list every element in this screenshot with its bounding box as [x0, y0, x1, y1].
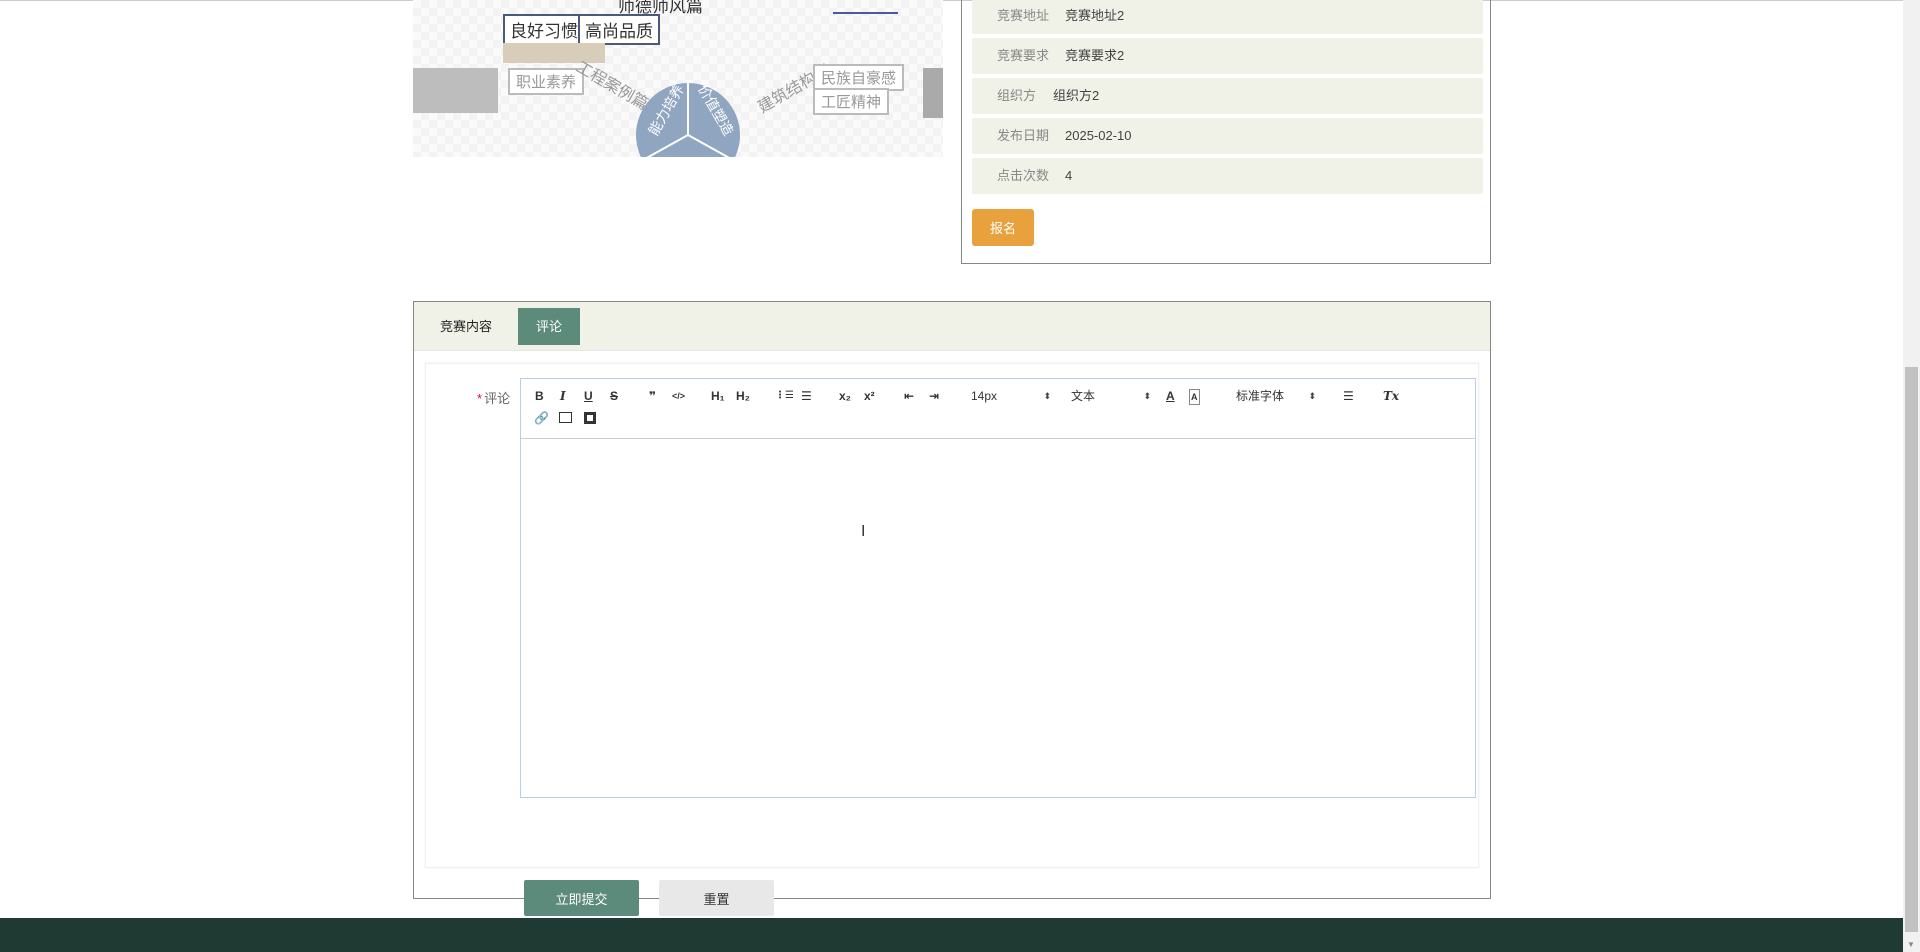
- h2-button[interactable]: H₂: [736, 389, 750, 403]
- info-label: 组织方: [997, 88, 1037, 103]
- editor-toolbar: B I U S ❞ </> H₁ H₂ ⋮☰ ☰ x₂ x² ⇤ ⇥ 14px ⬍…: [521, 379, 1475, 439]
- info-row-organizer: 组织方 组织方2: [972, 78, 1483, 114]
- info-value: 组织方2: [1053, 88, 1100, 103]
- font-size-select[interactable]: 14px ⬍: [971, 389, 1051, 403]
- outdent-button[interactable]: ⇤: [904, 389, 914, 403]
- info-value: 竞赛要求2: [1065, 48, 1125, 63]
- image-box: 良好习惯: [503, 14, 585, 45]
- underline-button[interactable]: U: [584, 389, 593, 403]
- info-value: 4: [1065, 168, 1073, 183]
- strike-button[interactable]: S: [610, 389, 618, 403]
- ordered-list-button[interactable]: ⋮☰: [775, 389, 794, 403]
- align-button[interactable]: ☰: [1343, 389, 1354, 403]
- comment-label: * 评论: [477, 388, 510, 407]
- code-button[interactable]: </>: [672, 389, 685, 403]
- text-color-button[interactable]: A: [1166, 389, 1175, 403]
- font-family-select[interactable]: 标准字体 ⬍: [1236, 389, 1316, 403]
- info-label: 点击次数: [997, 168, 1050, 183]
- video-icon[interactable]: [584, 412, 596, 424]
- info-row-clicks: 点击次数 4: [972, 158, 1483, 194]
- background-color-button[interactable]: A: [1189, 389, 1200, 405]
- indent-button[interactable]: ⇥: [929, 389, 939, 403]
- image-box: 高尚品质: [578, 14, 660, 45]
- info-row-address: 竞赛地址 竞赛地址2: [972, 0, 1483, 34]
- info-value: 2025-02-10: [1065, 128, 1132, 143]
- info-label: 竞赛要求: [997, 48, 1050, 63]
- subscript-button[interactable]: x₂: [839, 389, 851, 403]
- image-photo: [413, 68, 498, 113]
- signup-button[interactable]: 报名: [972, 209, 1034, 246]
- footer: [0, 918, 1903, 952]
- select-arrow-icon: ⬍: [1143, 391, 1151, 401]
- scrollbar-thumb[interactable]: [1905, 367, 1918, 932]
- header-select[interactable]: 文本 ⬍: [1071, 389, 1151, 403]
- info-label: 竞赛地址: [997, 8, 1050, 23]
- info-row-requirements: 竞赛要求 竞赛要求2: [972, 38, 1483, 74]
- tab-competition-content[interactable]: 竞赛内容: [422, 308, 510, 345]
- image-photo: [923, 68, 943, 118]
- h1-button[interactable]: H₁: [711, 389, 725, 403]
- italic-button[interactable]: I: [560, 389, 566, 403]
- editor-content[interactable]: I: [521, 440, 1475, 798]
- reset-button[interactable]: 重置: [659, 880, 774, 916]
- image-box: 民族自豪感: [813, 64, 905, 91]
- bold-button[interactable]: B: [535, 389, 544, 403]
- required-mark: *: [477, 391, 483, 406]
- text-cursor-icon: I: [861, 523, 866, 540]
- scrollbar[interactable]: ▼: [1903, 0, 1920, 952]
- comment-form: * 评论 B I U S ❞ </> H₁ H₂ ⋮☰ ☰ x₂ x² ⇤ ⇥ 1…: [425, 363, 1479, 916]
- font-size-value: 14px: [971, 389, 998, 403]
- info-row-publish-date: 发布日期 2025-02-10: [972, 118, 1483, 154]
- scroll-down-arrow-icon[interactable]: ▼: [1907, 940, 1915, 949]
- competition-info-panel: 竞赛地址 竞赛地址2 竞赛要求 竞赛要求2 组织方 组织方2 发布日期 2025…: [961, 0, 1491, 264]
- superscript-button[interactable]: x²: [864, 389, 875, 403]
- top-border: [0, 0, 1903, 1]
- image-line: [833, 12, 898, 14]
- font-family-value: 标准字体: [1236, 389, 1285, 403]
- select-arrow-icon: ⬍: [1308, 391, 1316, 401]
- image-box: 工匠精神: [813, 88, 890, 115]
- tab-bar: 竞赛内容 评论: [414, 302, 1490, 351]
- select-arrow-icon: ⬍: [1043, 391, 1051, 401]
- info-label: 发布日期: [997, 128, 1050, 143]
- bullet-list-button[interactable]: ☰: [801, 389, 812, 403]
- tab-comments[interactable]: 评论: [518, 308, 581, 345]
- rich-text-editor: B I U S ❞ </> H₁ H₂ ⋮☰ ☰ x₂ x² ⇤ ⇥ 14px ⬍…: [520, 378, 1476, 798]
- clean-format-button[interactable]: Tx: [1383, 389, 1399, 403]
- tab-panel: 竞赛内容 评论 * 评论 B I U S ❞ </> H₁ H₂ ⋮☰ ☰ x₂ …: [413, 301, 1491, 916]
- competition-image: 师德师风篇 良好习惯 高尚品质 职业素养 工程案例篇 能力培养 价值塑造 建筑结…: [413, 0, 943, 157]
- image-icon[interactable]: [559, 412, 572, 423]
- comment-label-text: 评论: [484, 391, 511, 406]
- blockquote-button[interactable]: ❞: [649, 389, 656, 403]
- link-icon[interactable]: 🔗: [534, 411, 549, 425]
- submit-button[interactable]: 立即提交: [524, 880, 639, 916]
- info-value: 竞赛地址2: [1065, 8, 1125, 23]
- header-value: 文本: [1071, 389, 1096, 403]
